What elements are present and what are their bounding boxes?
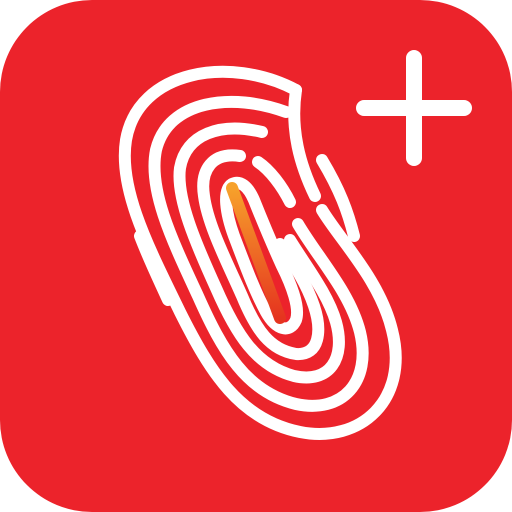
app-icon[interactable] <box>0 0 512 512</box>
icon-canvas <box>0 0 512 512</box>
